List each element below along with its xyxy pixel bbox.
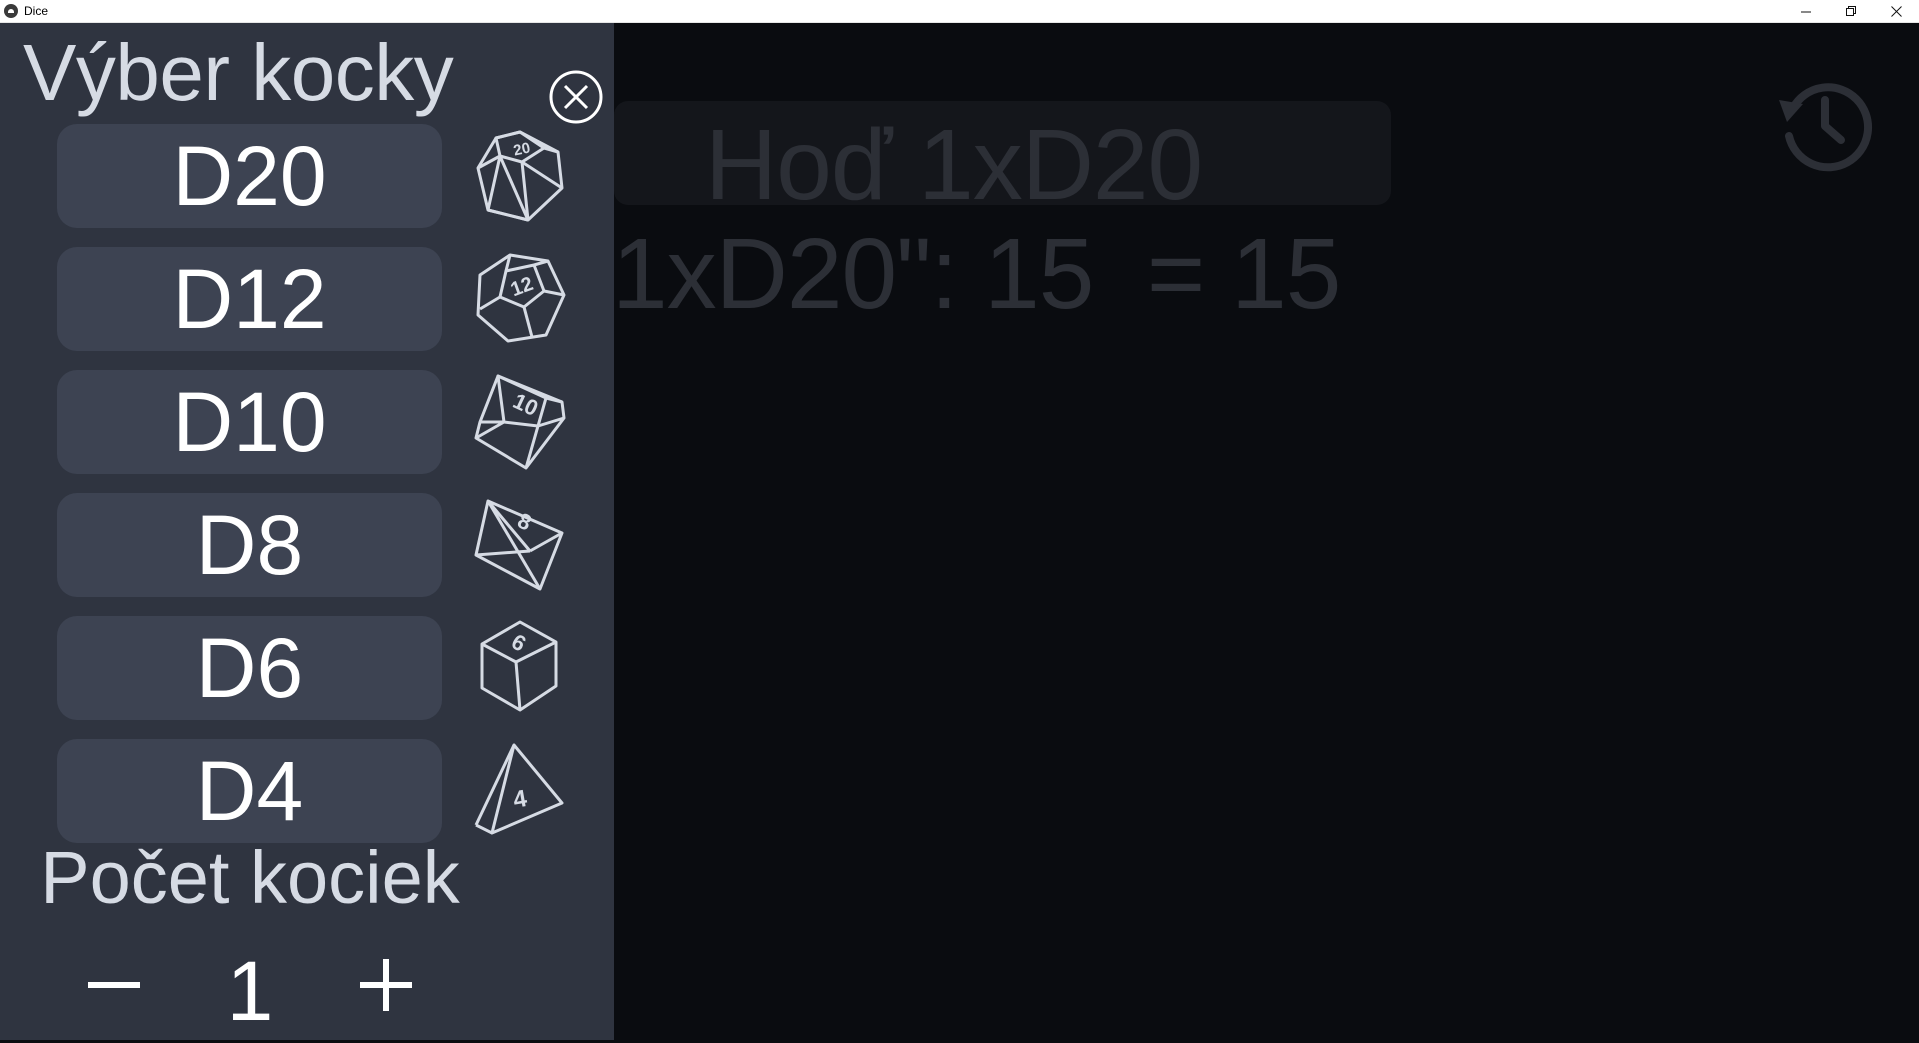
panel-title: Výber kocky bbox=[23, 28, 454, 117]
window-controls bbox=[1784, 0, 1919, 23]
die-row-d12: D12 12 bbox=[57, 247, 582, 351]
die-row-d10: D10 10 bbox=[57, 370, 582, 474]
history-icon bbox=[1779, 83, 1872, 172]
minimize-icon bbox=[1801, 11, 1811, 13]
roll-result: 1xD20": 15 = 15 bbox=[612, 218, 1341, 330]
die-row-d8: D8 8 bbox=[57, 493, 582, 597]
dice-selection-panel: Výber kocky D20 20 D12 12 D10 10 D8 8 D6… bbox=[0, 23, 614, 1040]
app-icon bbox=[4, 4, 18, 18]
window-titlebar: Dice bbox=[0, 0, 1919, 23]
dice-count-stepper: 1 bbox=[0, 943, 500, 1043]
decrease-count-button[interactable] bbox=[82, 953, 146, 1017]
d12-button[interactable]: D12 bbox=[57, 247, 442, 351]
d8-button[interactable]: D8 bbox=[57, 493, 442, 597]
close-window-button[interactable] bbox=[1874, 0, 1919, 23]
die-row-d20: D20 20 bbox=[57, 124, 582, 228]
roll-label: Hoď 1xD20 bbox=[705, 109, 1203, 221]
svg-text:4: 4 bbox=[511, 785, 529, 814]
close-icon bbox=[1891, 6, 1902, 17]
window-title: Dice bbox=[24, 4, 49, 18]
dice-count-value: 1 bbox=[226, 944, 274, 1038]
d8-icon: 8 bbox=[474, 499, 564, 591]
svg-text:12: 12 bbox=[508, 273, 536, 301]
svg-text:6: 6 bbox=[507, 629, 530, 657]
die-row-d6: D6 6 bbox=[57, 616, 582, 720]
d4-icon: 4 bbox=[474, 743, 564, 835]
minimize-button[interactable] bbox=[1784, 0, 1829, 23]
d20-button[interactable]: D20 bbox=[57, 124, 442, 228]
increase-count-button[interactable] bbox=[354, 953, 418, 1017]
close-panel-button[interactable] bbox=[548, 69, 604, 125]
die-row-d4: D4 4 bbox=[57, 739, 582, 843]
d6-button[interactable]: D6 bbox=[57, 616, 442, 720]
dice-count-label: Počet kociek bbox=[40, 836, 460, 919]
restore-button[interactable] bbox=[1829, 0, 1874, 23]
close-circle-icon bbox=[549, 70, 603, 124]
restore-icon bbox=[1846, 6, 1856, 16]
d20-icon: 20 bbox=[476, 130, 564, 222]
history-button[interactable] bbox=[1773, 74, 1873, 174]
minus-icon bbox=[88, 982, 140, 988]
d10-button[interactable]: D10 bbox=[57, 370, 442, 474]
svg-text:20: 20 bbox=[512, 139, 532, 159]
d10-icon: 10 bbox=[474, 374, 566, 470]
d4-button[interactable]: D4 bbox=[57, 739, 442, 843]
d6-icon: 6 bbox=[480, 620, 558, 712]
d12-icon: 12 bbox=[476, 253, 566, 343]
plus-icon bbox=[360, 959, 412, 1011]
